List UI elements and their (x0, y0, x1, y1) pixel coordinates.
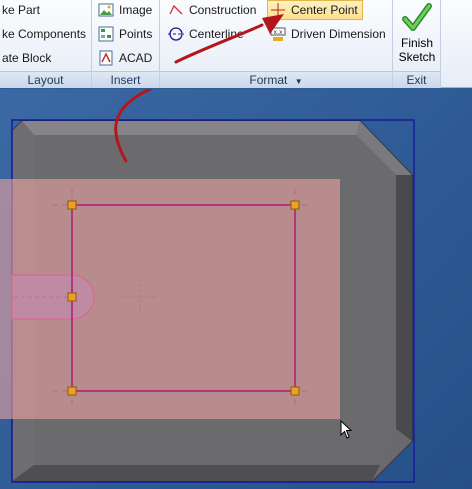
graphics-window[interactable] (0, 89, 472, 489)
insert-image-button[interactable]: Image (98, 0, 152, 20)
svg-text:x.x: x.x (273, 29, 282, 36)
group-label-format[interactable]: Format ▼ (160, 71, 392, 88)
construction-button[interactable]: Construction (168, 0, 256, 20)
create-block-button[interactable]: ate Block (2, 48, 51, 68)
group-label-insert: Insert (92, 71, 159, 88)
group-label-layout: Layout (0, 71, 91, 88)
part-bottom-bevel (12, 465, 380, 481)
insert-points-button[interactable]: Points (98, 24, 152, 44)
image-icon (98, 2, 114, 18)
ribbon-group-format: Construction Center Point Centerline x.x… (160, 0, 393, 88)
make-part-button[interactable]: ke Part (2, 0, 40, 20)
sketch-viewport (0, 89, 415, 483)
center-point-icon (270, 2, 286, 18)
part-top-bevel (22, 121, 360, 135)
mouse-cursor-icon (340, 420, 353, 439)
finish-sketch-label-line1: Finish (400, 36, 433, 50)
part-right-bevel (396, 175, 412, 441)
finish-sketch-label-line2: Sketch (398, 50, 436, 64)
ribbon: ke Part ke Components ate Block Layout I… (0, 0, 472, 88)
grip-top-right (290, 200, 300, 210)
driven-dimension-button[interactable]: x.x Driven Dimension (270, 24, 386, 44)
checkmark-icon (402, 3, 432, 31)
selection-highlight (0, 179, 340, 419)
insert-acad-button[interactable]: ACAD (98, 48, 152, 68)
ribbon-group-layout: ke Part ke Components ate Block Layout (0, 0, 92, 88)
centerline-icon (168, 26, 184, 42)
chevron-down-icon: ▼ (294, 77, 303, 86)
grip-bottom-left (67, 386, 77, 396)
construction-icon (168, 2, 184, 18)
driven-dimension-icon: x.x (270, 26, 286, 42)
points-icon (98, 26, 114, 42)
grip-bottom-right (290, 386, 300, 396)
group-label-exit: Exit (393, 71, 440, 88)
grip-top-left (67, 200, 77, 210)
grip-slot-center (67, 292, 77, 302)
finish-sketch-button[interactable]: Finish Sketch (393, 0, 441, 70)
make-components-button[interactable]: ke Components (2, 24, 86, 44)
acad-icon (98, 50, 114, 66)
center-point-button[interactable]: Center Point (267, 0, 363, 20)
ribbon-group-insert: Image Points ACAD Insert (92, 0, 160, 88)
ribbon-group-exit: Finish Sketch Exit (393, 0, 441, 88)
centerline-button[interactable]: Centerline (168, 24, 244, 44)
